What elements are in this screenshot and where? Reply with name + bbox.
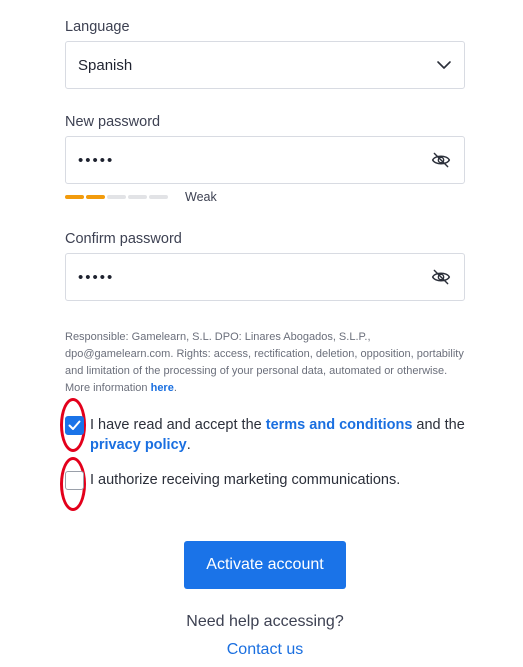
strength-segment [107,195,126,199]
legal-notice: Responsible: Gamelearn, S.L. DPO: Linare… [65,329,465,397]
help-text: Need help accessing? [186,613,344,630]
marketing-text: I authorize receiving marketing communic… [90,472,401,488]
strength-segment [86,195,105,199]
more-info-link[interactable]: here [151,382,174,394]
language-select[interactable]: Spanish [65,41,465,89]
new-password-field[interactable]: ••••• [65,136,465,184]
confirm-password-field[interactable]: ••••• [65,253,465,301]
terms-checkbox[interactable] [65,416,84,435]
terms-text-part: . [186,437,191,453]
strength-segment [149,195,168,199]
legal-text: Responsible: Gamelearn, S.L. DPO: Linare… [65,331,464,394]
password-strength-label: Weak [185,190,217,204]
eye-off-icon[interactable] [430,149,452,171]
confirm-password-value: ••••• [78,268,115,286]
eye-off-icon[interactable] [430,266,452,288]
language-label: Language [65,19,130,35]
confirm-password-label: Confirm password [65,231,182,247]
privacy-policy-link[interactable]: privacy policy [90,437,187,453]
terms-text-part: and the [412,417,465,433]
chevron-down-icon [436,57,452,73]
password-strength-meter [65,195,168,199]
terms-link[interactable]: terms and conditions [266,417,413,433]
marketing-checkbox[interactable] [65,471,84,490]
check-icon [68,420,81,430]
contact-us-link[interactable]: Contact us [0,641,523,659]
activate-account-button[interactable]: Activate account [184,541,346,589]
strength-segment [128,195,147,199]
new-password-value: ••••• [78,151,115,169]
strength-segment [65,195,84,199]
terms-text: I have read and accept the terms and con… [90,415,470,455]
terms-text-part: I have read and accept the [90,417,266,433]
language-value: Spanish [78,56,133,74]
new-password-label: New password [65,114,161,130]
legal-end: . [173,382,177,394]
